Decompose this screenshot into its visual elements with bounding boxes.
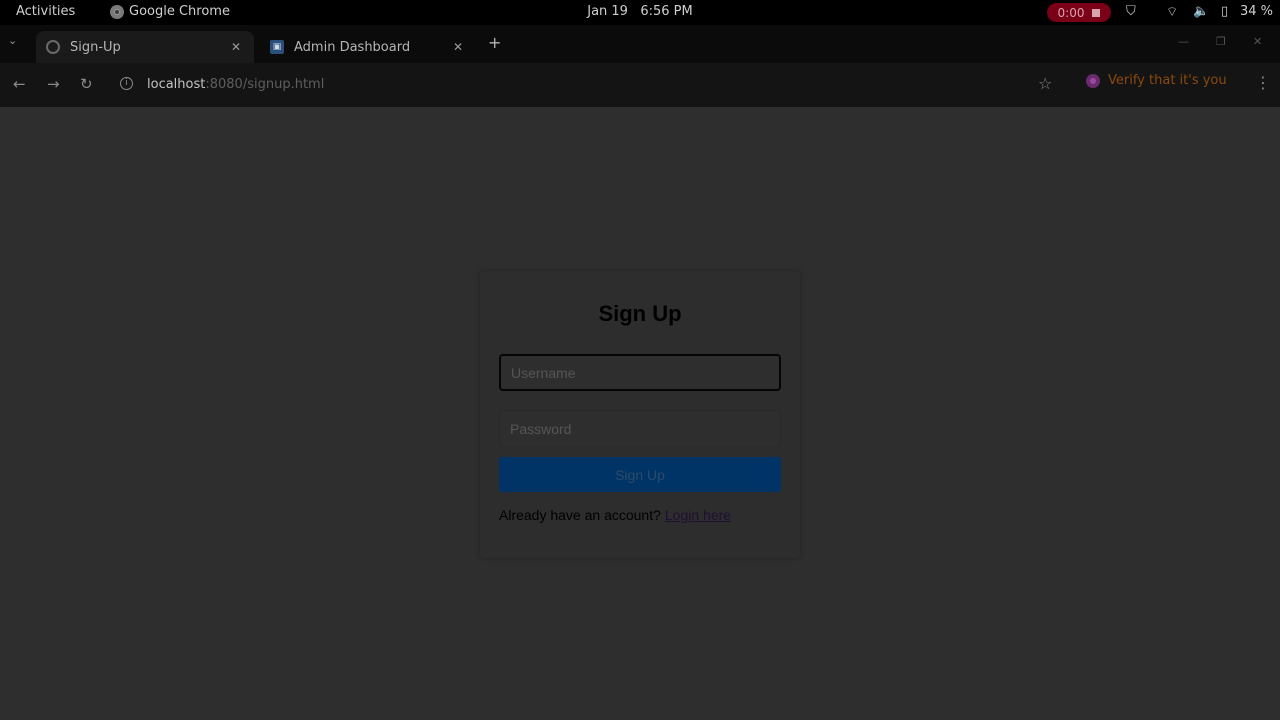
- recording-time: 0:00: [1057, 5, 1085, 20]
- page-content: Sign Up Sign Up Already have an account?…: [0, 107, 1280, 720]
- activities-button[interactable]: Activities: [16, 4, 75, 19]
- time-text[interactable]: 6:56 PM: [640, 4, 692, 19]
- tab-strip: ⌄ Sign-Up ✕ ▣ Admin Dashboard ✕ + — ❐ ✕: [0, 25, 1280, 63]
- reload-icon[interactable]: ↻: [80, 75, 93, 93]
- close-window-icon[interactable]: ✕: [1253, 35, 1262, 48]
- app-icon: ▣: [270, 40, 284, 54]
- username-input[interactable]: [499, 354, 781, 391]
- address-bar[interactable]: i localhost:8080/signup.html: [112, 69, 972, 101]
- forward-icon[interactable]: →: [47, 75, 60, 93]
- login-link[interactable]: Login here: [665, 507, 731, 523]
- minimize-icon[interactable]: —: [1178, 35, 1189, 48]
- url-text[interactable]: localhost:8080/signup.html: [147, 77, 324, 92]
- app-name: Google Chrome: [129, 4, 230, 19]
- profile-avatar-icon: [1086, 73, 1100, 88]
- tab-sign-up[interactable]: Sign-Up ✕: [36, 31, 254, 63]
- tab-admin-dashboard[interactable]: ▣ Admin Dashboard ✕: [260, 31, 476, 63]
- shield-icon[interactable]: ⛉: [1126, 4, 1136, 19]
- browser-toolbar: ← → ↻ i localhost:8080/signup.html ☆ Ver…: [0, 63, 1280, 107]
- password-input[interactable]: [499, 410, 781, 447]
- signup-button[interactable]: Sign Up: [499, 457, 781, 492]
- battery-percent[interactable]: 34 %: [1240, 4, 1273, 19]
- profile-verify-button[interactable]: Verify that it's you: [1086, 73, 1227, 88]
- site-info-icon[interactable]: i: [120, 77, 133, 90]
- wifi-icon[interactable]: ⌔: [1166, 4, 1178, 20]
- tab-label: Admin Dashboard: [294, 39, 411, 55]
- stop-icon: [1092, 8, 1101, 17]
- menu-icon[interactable]: ⋮: [1255, 73, 1271, 92]
- url-path: :8080/signup.html: [205, 77, 325, 92]
- verify-label: Verify that it's you: [1108, 73, 1227, 88]
- back-icon[interactable]: ←: [13, 75, 26, 93]
- date-text[interactable]: Jan 19: [587, 4, 628, 19]
- tab-label: Sign-Up: [70, 39, 121, 55]
- volume-icon[interactable]: 🔈: [1193, 4, 1209, 19]
- bookmark-star-icon[interactable]: ☆: [1038, 74, 1052, 93]
- globe-icon: [46, 40, 60, 54]
- url-host: localhost: [147, 77, 206, 92]
- login-prompt-row: Already have an account? Login here: [499, 507, 731, 523]
- system-top-bar: Activities Google Chrome Jan 19 6:56 PM …: [0, 0, 1280, 25]
- chrome-icon: [110, 4, 124, 19]
- login-prompt-text: Already have an account?: [499, 507, 661, 523]
- signup-card: Sign Up Sign Up Already have an account?…: [480, 271, 800, 558]
- maximize-icon[interactable]: ❐: [1216, 35, 1226, 48]
- app-menu[interactable]: Google Chrome: [110, 4, 230, 19]
- new-tab-icon[interactable]: +: [488, 33, 501, 52]
- close-tab-icon[interactable]: ✕: [450, 40, 466, 54]
- close-tab-icon[interactable]: ✕: [228, 40, 244, 54]
- screen-recording-indicator[interactable]: 0:00: [1047, 3, 1111, 22]
- signup-title: Sign Up: [598, 301, 682, 326]
- battery-icon[interactable]: ▯: [1221, 4, 1228, 19]
- tab-search-icon[interactable]: ⌄: [8, 34, 17, 47]
